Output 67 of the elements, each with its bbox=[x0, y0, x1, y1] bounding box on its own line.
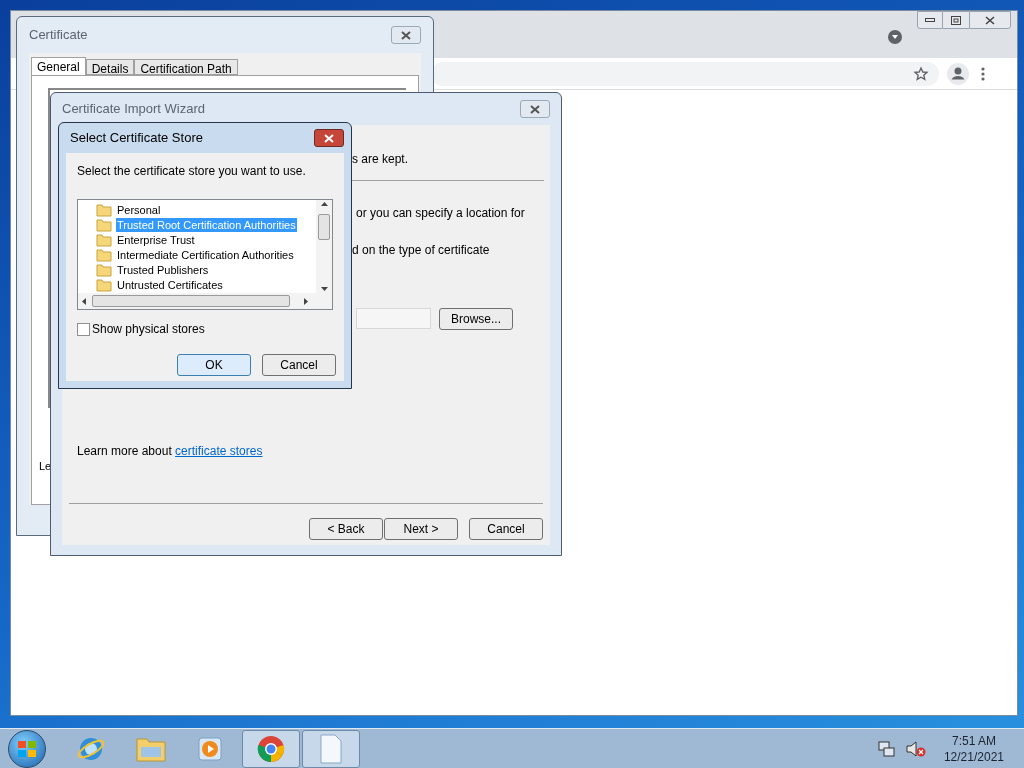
learn-more-text: Learn more about certificate stores bbox=[77, 443, 263, 460]
browse-button[interactable]: Browse... bbox=[439, 308, 513, 330]
close-button[interactable] bbox=[520, 100, 550, 118]
checkbox-label: Show physical stores bbox=[92, 321, 205, 338]
folder-icon bbox=[96, 262, 112, 277]
close-icon bbox=[401, 30, 411, 40]
restore-icon bbox=[951, 15, 961, 25]
close-button[interactable] bbox=[391, 26, 421, 44]
tab[interactable]: Details bbox=[85, 59, 135, 75]
certificate-stores-link[interactable]: certificate stores bbox=[175, 444, 263, 458]
close-icon bbox=[530, 104, 540, 114]
wizard-button[interactable]: < Back bbox=[309, 518, 383, 540]
tree-item[interactable]: Enterprise Trust bbox=[116, 232, 196, 247]
windows-logo-icon bbox=[18, 740, 36, 757]
window-title: Certificate bbox=[29, 26, 88, 45]
document-icon bbox=[319, 733, 343, 764]
close-button[interactable] bbox=[969, 11, 1011, 29]
tree-item[interactable]: Trusted Publishers bbox=[116, 262, 210, 277]
down-arrow-icon bbox=[320, 287, 328, 291]
close-icon bbox=[324, 133, 334, 143]
link-text: Le bbox=[39, 459, 52, 474]
instruction-text: d on the type of certificate bbox=[352, 242, 490, 259]
profile-icon[interactable] bbox=[947, 62, 969, 85]
ok-button[interactable]: OK bbox=[177, 354, 251, 376]
menu-icon[interactable] bbox=[981, 66, 985, 81]
cancel-button[interactable]: Cancel bbox=[262, 354, 336, 376]
instruction-text: or you can specify a location for bbox=[356, 205, 525, 222]
wizard-button[interactable]: Cancel bbox=[469, 518, 543, 540]
instruction-text: s are kept. bbox=[352, 151, 409, 168]
prompt-text: Select the certificate store you want to use. bbox=[77, 163, 307, 180]
location-field[interactable] bbox=[356, 308, 431, 329]
scroll-thumb[interactable] bbox=[318, 213, 330, 240]
clock-time: 7:51 AM bbox=[951, 732, 996, 749]
folder-icon bbox=[96, 217, 112, 232]
restore-button[interactable] bbox=[943, 11, 969, 29]
left-arrow-icon bbox=[82, 297, 86, 305]
muted-speaker-icon[interactable] bbox=[905, 739, 926, 758]
dropdown-icon bbox=[888, 30, 902, 44]
tree-item[interactable]: Personal bbox=[116, 202, 162, 217]
star-icon bbox=[913, 65, 929, 82]
right-arrow-icon bbox=[304, 297, 308, 305]
network-icon[interactable] bbox=[877, 739, 896, 758]
vertical-scrollbar[interactable] bbox=[316, 200, 332, 293]
checkbox[interactable] bbox=[77, 322, 90, 336]
play-icon bbox=[197, 734, 225, 763]
close-button[interactable] bbox=[314, 129, 344, 147]
window-title: Certificate Import Wizard bbox=[62, 100, 206, 119]
horizontal-scrollbar[interactable] bbox=[78, 293, 332, 309]
taskbar-button[interactable] bbox=[302, 729, 360, 768]
chrome-icon bbox=[256, 733, 286, 764]
minimize-button[interactable] bbox=[917, 11, 943, 29]
scroll-thumb[interactable] bbox=[92, 295, 290, 307]
tree-item[interactable]: Intermediate Certification Authorities bbox=[116, 247, 295, 262]
tab[interactable]: Certification Path bbox=[134, 59, 238, 75]
wizard-button[interactable]: Next > bbox=[384, 518, 458, 540]
folder-icon bbox=[96, 232, 112, 247]
folder-icon bbox=[96, 202, 112, 217]
minimize-icon bbox=[925, 18, 935, 22]
up-arrow-icon bbox=[320, 202, 328, 206]
folder-icon bbox=[96, 247, 112, 262]
close-icon bbox=[985, 15, 995, 25]
tree-item[interactable]: Untrusted Certificates bbox=[116, 277, 224, 292]
window-title: Select Certificate Store bbox=[70, 129, 203, 148]
clock-date: 12/21/2021 bbox=[943, 748, 1004, 765]
start-button[interactable] bbox=[8, 729, 46, 768]
taskbar-button[interactable] bbox=[242, 729, 300, 768]
tab[interactable]: General bbox=[31, 57, 86, 76]
